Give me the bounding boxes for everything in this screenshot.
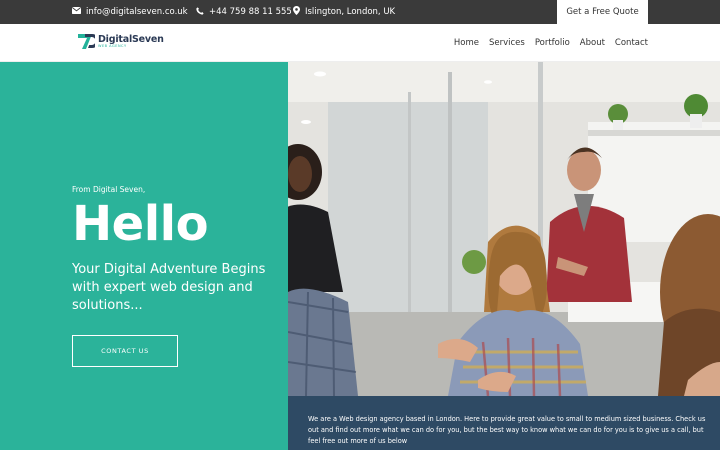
logo-mark-icon	[78, 34, 95, 49]
address-text: Islington, London, UK	[305, 7, 396, 17]
about-text: We are a Web design agency based in Lond…	[308, 415, 706, 445]
contact-us-button[interactable]: CONTACT US	[72, 335, 178, 367]
nav-services[interactable]: Services	[489, 38, 525, 48]
hero-image	[288, 62, 720, 396]
email-text: info@digitalseven.co.uk	[86, 7, 188, 17]
site-header: DigitalSeven WEB AGENCY Home Services Po…	[0, 24, 720, 62]
office-meeting-photo	[288, 62, 720, 396]
hero-intro: From Digital Seven,	[72, 185, 146, 194]
email-link[interactable]: info@digitalseven.co.uk	[72, 0, 188, 24]
envelope-icon	[72, 7, 81, 17]
nav-contact[interactable]: Contact	[615, 38, 648, 48]
hero-panel: From Digital Seven, Hello Your Digital A…	[0, 62, 288, 450]
phone-link[interactable]: +44 759 88 11 555	[196, 0, 292, 24]
top-bar: info@digitalseven.co.uk +44 759 88 11 55…	[0, 0, 720, 24]
about-info-box: We are a Web design agency based in Lond…	[288, 396, 720, 450]
phone-text: +44 759 88 11 555	[209, 7, 292, 17]
main-nav: Home Services Portfolio About Contact	[444, 24, 648, 62]
hero-subtitle: Your Digital Adventure Begins with exper…	[72, 262, 266, 313]
address-info: Islington, London, UK	[293, 0, 395, 24]
free-quote-button[interactable]: Get a Free Quote	[557, 0, 648, 24]
nav-about[interactable]: About	[580, 38, 605, 48]
logo[interactable]: DigitalSeven WEB AGENCY	[77, 32, 164, 51]
map-pin-icon	[293, 6, 300, 18]
nav-home[interactable]: Home	[454, 38, 479, 48]
phone-icon	[196, 6, 204, 18]
logo-tagline: WEB AGENCY	[98, 44, 127, 48]
logo-name: DigitalSeven	[98, 33, 164, 45]
nav-portfolio[interactable]: Portfolio	[535, 38, 570, 48]
hero-title: Hello	[72, 196, 209, 252]
